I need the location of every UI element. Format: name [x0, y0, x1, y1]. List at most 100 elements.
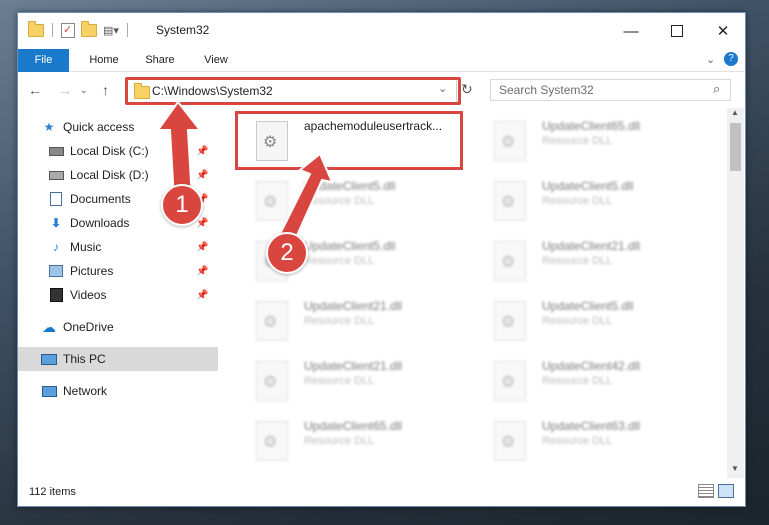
dll-file-icon: [494, 301, 526, 341]
file-item[interactable]: UpdateClient65.dll Resource DLL: [476, 113, 706, 165]
scroll-up-icon[interactable]: ▲: [731, 108, 739, 117]
nav-label: Pictures: [70, 264, 114, 278]
nav-item-pictures[interactable]: Pictures 📌: [18, 259, 240, 283]
ribbon-tabs: File Home Share View ⌄ ?: [18, 49, 745, 101]
videos-icon: [48, 288, 64, 302]
file-item[interactable]: UpdateClient21.dll Resource DLL: [476, 233, 706, 285]
minimize-icon: —: [623, 22, 639, 40]
expand-ribbon-icon[interactable]: ⌄: [706, 53, 715, 66]
file-type: Resource DLL: [304, 435, 375, 447]
nav-label: Local Disk (C:): [70, 144, 149, 158]
file-item[interactable]: UpdateClient63.dll Resource DLL: [476, 413, 706, 465]
up-button[interactable]: ↑: [102, 82, 109, 98]
file-item[interactable]: UpdateClient21.dll Resource DLL: [238, 293, 468, 345]
back-button[interactable]: ←: [28, 82, 42, 98]
address-row: ← → ⌄ ↑ C:\Windows\System32 ⌄ ↻ Search S…: [18, 72, 745, 108]
file-name: UpdateClient5.dll: [542, 299, 634, 313]
pin-icon: 📌: [196, 217, 209, 229]
customize-toolbar-icon[interactable]: ▤▾: [103, 24, 119, 37]
step1-badge: 1: [161, 184, 203, 226]
address-dropdown-icon[interactable]: ⌄: [438, 82, 447, 95]
minimize-button[interactable]: —: [608, 13, 654, 49]
file-name: UpdateClient21.dll: [304, 299, 403, 313]
file-item[interactable]: UpdateClient5.dll Resource DLL: [476, 293, 706, 345]
title-bar: ✓ ▤▾ System32 — ✕: [18, 13, 745, 49]
file-item[interactable]: UpdateClient21.dll Resource DLL: [238, 353, 468, 405]
forward-button[interactable]: →: [58, 82, 72, 98]
nav-item-downloads[interactable]: ⬇ Downloads 📌: [18, 211, 240, 235]
dll-file-icon: [256, 301, 288, 341]
file-type: Resource DLL: [542, 195, 613, 207]
cloud-icon: ☁: [42, 318, 56, 335]
dll-file-icon: [256, 361, 288, 401]
scroll-down-icon[interactable]: ▼: [731, 464, 739, 473]
file-item[interactable]: UpdateClient42.dll Resource DLL: [476, 353, 706, 405]
music-icon: ♪: [53, 240, 59, 254]
divider: [456, 80, 457, 102]
tab-home[interactable]: Home: [84, 49, 124, 71]
step2-badge: 2: [266, 232, 308, 274]
dll-file-icon: [256, 421, 288, 461]
star-icon: ★: [43, 120, 55, 134]
properties-icon[interactable]: ✓: [61, 22, 75, 38]
dll-file-icon: [494, 181, 526, 221]
file-name: UpdateClient5.dll: [542, 179, 634, 193]
dll-file-icon: [494, 361, 526, 401]
nav-item-network[interactable]: Network: [18, 379, 233, 403]
network-icon: [41, 384, 57, 398]
refresh-icon[interactable]: ↻: [461, 81, 473, 98]
scrollbar-thumb[interactable]: [730, 123, 741, 171]
nav-item-this-pc[interactable]: This PC: [18, 347, 233, 371]
dll-file-icon: [494, 241, 526, 281]
folder-icon: [28, 20, 44, 37]
search-icon: ⌕: [713, 81, 721, 96]
pc-icon: [41, 352, 57, 366]
nav-label: Local Disk (D:): [70, 168, 149, 182]
file-name: UpdateClient63.dll: [542, 419, 641, 433]
nav-label: OneDrive: [63, 320, 114, 334]
file-name: UpdateClient21.dll: [542, 239, 641, 253]
nav-label: Videos: [70, 288, 107, 302]
close-icon: ✕: [716, 23, 730, 40]
file-type: Resource DLL: [304, 255, 375, 267]
nav-label: Network: [63, 384, 108, 398]
divider: [126, 23, 128, 37]
close-button[interactable]: ✕: [700, 13, 745, 49]
help-icon[interactable]: ?: [724, 52, 738, 66]
file-name: UpdateClient65.dll: [304, 419, 403, 433]
tab-share[interactable]: Share: [140, 49, 180, 71]
nav-item-videos[interactable]: Videos 📌: [18, 283, 240, 307]
pin-icon: 📌: [196, 241, 209, 253]
maximize-icon: [671, 25, 683, 37]
new-folder-icon[interactable]: [81, 20, 97, 37]
nav-label: This PC: [63, 352, 106, 366]
vertical-scrollbar[interactable]: ▲ ▼: [727, 108, 744, 478]
nav-item-onedrive[interactable]: ☁ OneDrive: [18, 315, 233, 339]
search-input[interactable]: Search System32 ⌕: [490, 79, 731, 101]
file-type: Resource DLL: [542, 375, 613, 387]
file-name: UpdateClient42.dll: [542, 359, 641, 373]
nav-item-music[interactable]: ♪ Music 📌: [18, 235, 240, 259]
file-item[interactable]: UpdateClient5.dll Resource DLL: [476, 173, 706, 225]
file-name: UpdateClient65.dll: [542, 119, 641, 133]
file-type: Resource DLL: [542, 435, 613, 447]
details-view-icon[interactable]: [698, 484, 714, 498]
pin-icon: 📌: [196, 265, 209, 277]
address-path[interactable]: C:\Windows\System32: [152, 84, 273, 98]
file-type: Resource DLL: [542, 315, 613, 327]
tab-view[interactable]: View: [196, 49, 236, 71]
nav-label: Documents: [70, 192, 131, 206]
maximize-button[interactable]: [654, 13, 700, 49]
file-item[interactable]: UpdateClient65.dll Resource DLL: [238, 413, 468, 465]
quick-access-toolbar: ✓ ▤▾: [28, 20, 136, 39]
recent-locations-button[interactable]: ⌄: [80, 85, 88, 96]
folder-icon: [134, 83, 150, 99]
file-type: Resource DLL: [542, 255, 613, 267]
search-placeholder: Search System32: [499, 83, 594, 97]
drive-icon: [48, 168, 64, 182]
nav-label: Music: [70, 240, 102, 254]
status-bar: 112 items: [18, 479, 745, 506]
large-icons-view-icon[interactable]: [718, 484, 734, 498]
item-count: 112 items: [29, 486, 76, 498]
nav-label: Downloads: [70, 216, 130, 230]
